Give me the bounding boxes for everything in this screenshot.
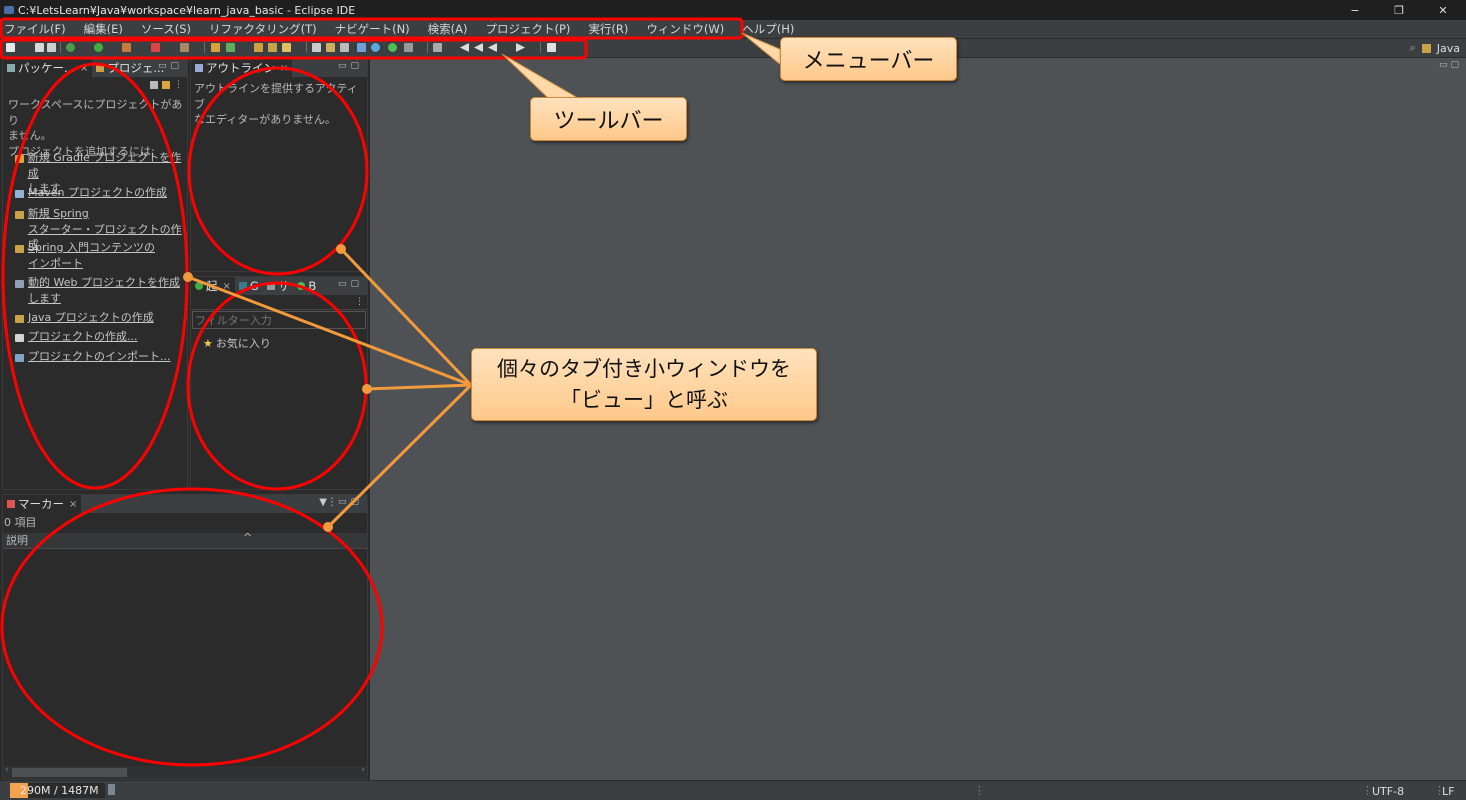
outline-highlight-ellipse (187, 66, 369, 276)
connector-line (339, 247, 473, 387)
toolbar-highlight-box (0, 38, 588, 60)
views-callout-line: 個々のタブ付き小ウィンドウを (497, 356, 791, 381)
connector-dot (336, 244, 346, 254)
menubar-callout-pointer (741, 32, 783, 68)
menubar-callout: メニューバー (780, 37, 957, 81)
view-connector-lines (187, 247, 473, 529)
connector-dot (323, 522, 333, 532)
toolbar-callout: ツールバー (530, 97, 687, 141)
boot-dashboard-highlight-ellipse (186, 281, 368, 491)
menubar-highlight-box (0, 17, 744, 40)
connector-dot (362, 384, 372, 394)
connector-line (366, 383, 472, 391)
connector-line (187, 275, 472, 387)
views-callout: 個々のタブ付き小ウィンドウを 「ビュー」と呼ぶ (471, 348, 817, 421)
connector-dot (183, 272, 193, 282)
package-explorer-highlight-ellipse (1, 62, 189, 490)
views-callout-line: 「ビュー」と呼ぶ (560, 387, 728, 412)
toolbar-callout-pointer (501, 53, 580, 99)
connector-line (326, 383, 473, 529)
